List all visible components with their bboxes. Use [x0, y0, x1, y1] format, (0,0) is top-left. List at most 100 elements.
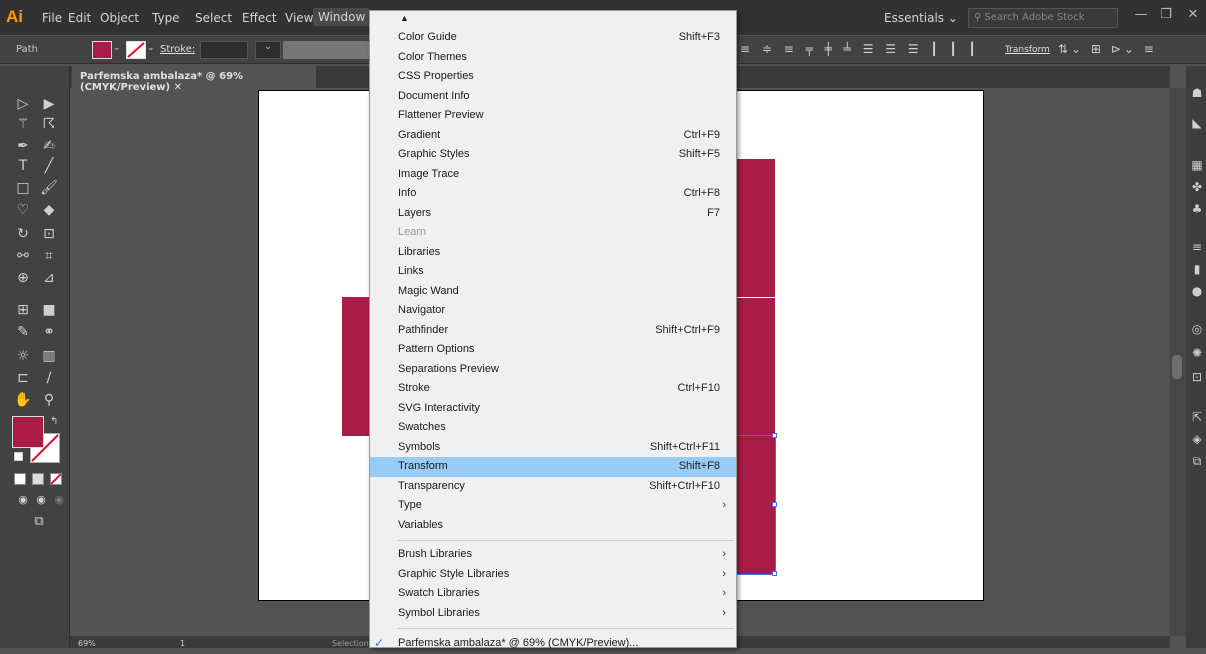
menu-item-flattener-preview[interactable]: Flattener Preview	[370, 106, 736, 126]
default-colors-icon[interactable]	[14, 452, 23, 461]
crimson-rect-top[interactable]	[736, 159, 775, 297]
menu-item-swatch-libraries[interactable]: Swatch Libraries ›	[370, 584, 736, 604]
menu-item-layers[interactable]: Layers F7	[370, 204, 736, 224]
workspace-switcher[interactable]: Essentials ⌄	[884, 11, 958, 25]
menu-item-pathfinder[interactable]: Pathfinder Shift+Ctrl+F9	[370, 321, 736, 341]
fill-swatch[interactable]	[92, 41, 112, 59]
type-tool-icon[interactable]: T	[12, 156, 34, 176]
gradient-mode-icon[interactable]	[32, 473, 44, 485]
fill-color-swatch[interactable]	[12, 416, 44, 448]
menu-item-navigator[interactable]: Navigator	[370, 301, 736, 321]
column-graph-tool-icon[interactable]: ▥	[38, 346, 60, 366]
menu-item-graphic-style-libraries[interactable]: Graphic Style Libraries ›	[370, 565, 736, 585]
menu-item-css-properties[interactable]: CSS Properties	[370, 67, 736, 87]
selection-handle[interactable]	[772, 433, 777, 438]
menu-scroll-up-icon[interactable]: ▲	[400, 13, 409, 23]
menu-item-brush-libraries[interactable]: Brush Libraries ›	[370, 545, 736, 565]
close-tab-icon[interactable]: ✕	[174, 82, 182, 93]
transparency-panel-icon[interactable]: ●	[1190, 284, 1204, 298]
eyedropper-tool-icon[interactable]: ✎	[12, 322, 34, 342]
screen-mode-icon[interactable]: ⧉	[28, 512, 50, 532]
menu-object[interactable]: Object	[100, 11, 139, 25]
scale-tool-icon[interactable]: ⊡	[38, 224, 60, 244]
close-icon[interactable]: ✕	[1182, 4, 1204, 26]
curvature-tool-icon[interactable]: ✍	[38, 136, 60, 156]
swatches-icon[interactable]: ▦	[1190, 158, 1204, 172]
menu-file[interactable]: File	[42, 11, 62, 25]
shape-builder-tool-icon[interactable]: ⊕	[12, 268, 34, 288]
zoom-level[interactable]: 69%	[78, 639, 96, 648]
chevron-down-icon[interactable]: ⌄	[147, 43, 155, 53]
align-icons[interactable]: ≡ ≑ ≡ ╤ ╪ ╧ ☰ ☰ ☰ ┃ ┃ ┃	[740, 42, 980, 56]
swap-colors-icon[interactable]: ↰	[50, 416, 58, 427]
gradient-panel-icon[interactable]: ▮	[1190, 262, 1204, 276]
menu-item-libraries[interactable]: Libraries	[370, 243, 736, 263]
arrange-icons[interactable]: ⇅⌄ ⊞ ⊳⌄ ≡	[1058, 42, 1157, 56]
rectangle-tool-icon[interactable]: □	[12, 178, 34, 198]
crimson-rect-selected[interactable]	[735, 435, 776, 575]
graphic-styles-icon[interactable]: ✺	[1190, 346, 1204, 360]
menu-item-pattern-options[interactable]: Pattern Options	[370, 340, 736, 360]
menu-item-svg-interactivity[interactable]: SVG Interactivity	[370, 399, 736, 419]
menu-item-color-guide[interactable]: Color Guide Shift+F3	[370, 28, 736, 48]
transform-link[interactable]: Transform	[1005, 45, 1050, 55]
width-tool-icon[interactable]: ⚯	[12, 246, 34, 266]
menu-effect[interactable]: Effect	[242, 11, 277, 25]
menu-item-variables[interactable]: Variables	[370, 516, 736, 536]
color-panel-icon[interactable]: ☗	[1190, 86, 1204, 100]
color-mode-icon[interactable]	[14, 473, 26, 485]
menu-type[interactable]: Type	[152, 11, 180, 25]
draw-inside-icon[interactable]: ◉	[48, 490, 70, 510]
menu-item-gradient[interactable]: Gradient Ctrl+F9	[370, 126, 736, 146]
menu-item-color-themes[interactable]: Color Themes	[370, 48, 736, 68]
selection-tool-icon[interactable]: ▷	[12, 94, 34, 114]
menu-item-transform[interactable]: Transform Shift+F8	[370, 457, 736, 477]
stock-search-input[interactable]: ⚲ Search Adobe Stock	[968, 8, 1118, 28]
slice-tool-icon[interactable]: ∕	[38, 368, 60, 388]
artboard-number[interactable]: 1	[180, 639, 185, 648]
export-icon[interactable]: ⇱	[1190, 410, 1204, 424]
paintbrush-tool-icon[interactable]: 🖌	[38, 178, 60, 198]
chevron-down-icon[interactable]: ⌄	[113, 43, 121, 53]
zoom-tool-icon[interactable]: ⚲	[38, 390, 60, 410]
selection-handle[interactable]	[772, 571, 777, 576]
menu-view[interactable]: View	[285, 11, 313, 25]
menu-item-symbol-libraries[interactable]: Symbol Libraries ›	[370, 604, 736, 624]
blend-tool-icon[interactable]: ⚭	[38, 322, 60, 342]
menu-item-separations-preview[interactable]: Separations Preview	[370, 360, 736, 380]
document-tab[interactable]: Parfemska ambalaza* @ 69% (CMYK/Preview)…	[72, 66, 316, 93]
stroke-weight-input[interactable]	[200, 41, 248, 59]
symbol-sprayer-tool-icon[interactable]: ☼	[12, 346, 34, 366]
menu-item-symbols[interactable]: Symbols Shift+Ctrl+F11	[370, 438, 736, 458]
layers-icon[interactable]: ◈	[1190, 432, 1204, 446]
minimize-icon[interactable]: —	[1130, 4, 1152, 26]
lasso-tool-icon[interactable]: ☈	[38, 114, 60, 134]
perspective-grid-tool-icon[interactable]: ⊿	[38, 268, 60, 288]
menu-item-image-trace[interactable]: Image Trace	[370, 165, 736, 185]
gradient-tool-icon[interactable]: ■	[38, 300, 60, 320]
selection-handle[interactable]	[772, 502, 777, 507]
rotate-tool-icon[interactable]: ↻	[12, 224, 34, 244]
free-transform-tool-icon[interactable]: ⌗	[38, 246, 60, 266]
menu-item-stroke[interactable]: Stroke Ctrl+F10	[370, 379, 736, 399]
menu-edit[interactable]: Edit	[68, 11, 91, 25]
line-tool-icon[interactable]: ╱	[38, 156, 60, 176]
crimson-rect-middle[interactable]	[736, 298, 775, 435]
libraries-icon[interactable]: ⊡	[1190, 370, 1204, 384]
menu-item-open-document[interactable]: ✓ Parfemska ambalaza* @ 69% (CMYK/Preview…	[370, 634, 736, 654]
stroke-label[interactable]: Stroke:	[160, 44, 195, 55]
chevron-down-icon[interactable]: ⌄	[255, 41, 281, 59]
pen-tool-icon[interactable]: ✒	[12, 136, 34, 156]
eraser-tool-icon[interactable]: ◆	[38, 200, 60, 220]
stroke-swatch[interactable]	[126, 41, 146, 59]
scrollbar-thumb[interactable]	[1172, 355, 1182, 379]
maximize-icon[interactable]: ❐	[1155, 4, 1177, 26]
appearance-panel-icon[interactable]: ◎	[1190, 322, 1204, 336]
shaper-tool-icon[interactable]: ♡	[12, 200, 34, 220]
menu-item-graphic-styles[interactable]: Graphic Styles Shift+F5	[370, 145, 736, 165]
crimson-rect-left[interactable]	[342, 297, 372, 436]
menu-window[interactable]: Window	[313, 8, 371, 26]
menu-item-document-info[interactable]: Document Info	[370, 87, 736, 107]
menu-item-links[interactable]: Links	[370, 262, 736, 282]
artboard-tool-icon[interactable]: ⊏	[12, 368, 34, 388]
